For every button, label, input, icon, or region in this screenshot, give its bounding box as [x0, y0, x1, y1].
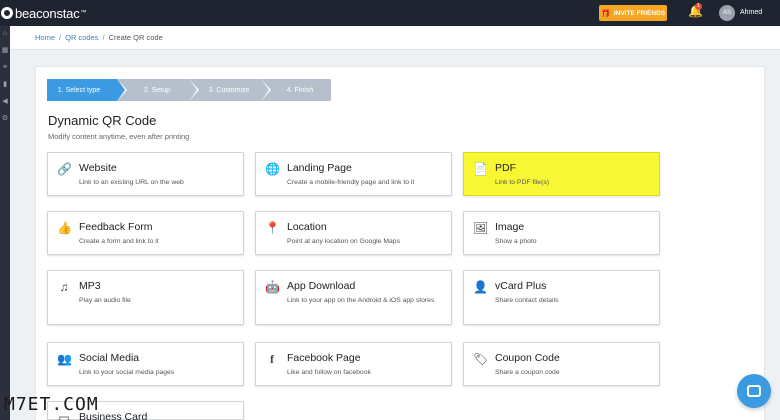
username[interactable]: Ahmed — [740, 9, 762, 16]
sidebar-chart-icon[interactable]: ▮ — [3, 81, 7, 89]
card-name: Website — [79, 162, 117, 174]
card-social-media[interactable]: 👥 Social Media Link to your social media… — [47, 342, 244, 386]
gift-icon: 🎁 — [600, 8, 611, 18]
breadcrumb-separator: / — [59, 33, 62, 42]
card-name: MP3 — [79, 280, 101, 292]
card-desc: Create a form and link to it — [79, 238, 159, 245]
card-image[interactable]: 🖼 Image Show a photo — [463, 211, 660, 255]
music-icon: ♫ — [59, 280, 69, 294]
sidebar-settings-icon[interactable]: ⚙ — [2, 115, 8, 123]
card-name: PDF — [495, 162, 516, 174]
breadcrumb-qr-codes-link[interactable]: QR codes — [65, 33, 98, 42]
invite-friends-button[interactable]: 🎁 INVITE FRIENDS — [599, 5, 667, 21]
avatar[interactable]: AS — [719, 5, 735, 21]
invite-label: INVITE FRIENDS — [613, 9, 666, 17]
card-desc: Play an audio file — [79, 297, 131, 304]
watermark: M7ET.COM — [4, 394, 99, 415]
card-location[interactable]: 📍 Location Point at any location on Goog… — [255, 211, 452, 255]
card-name: App Download — [287, 280, 356, 292]
notification-badge: 1 — [695, 3, 702, 10]
card-desc: Link to your app on the Android & iOS ap… — [287, 297, 435, 304]
card-desc: Link to an existing URL on the web — [79, 179, 184, 186]
globe-icon: 🌐 — [265, 162, 280, 176]
map-pin-icon: 📍 — [265, 221, 280, 235]
card-pdf[interactable]: 📄 PDF Link to PDF file(s) — [463, 152, 660, 196]
card-landing-page[interactable]: 🌐 Landing Page Create a mobile-friendly … — [255, 152, 452, 196]
card-desc: Link to your social media pages — [79, 369, 175, 376]
facebook-icon: f — [270, 352, 274, 366]
wizard-steps: 1. Select type 2. Setup 3. Customize 4. … — [47, 79, 331, 101]
card-desc: Create a mobile-friendly page and link t… — [287, 179, 415, 186]
beacon-logo-icon — [1, 7, 13, 19]
step-label: 4. Finish — [286, 86, 314, 94]
card-name: Facebook Page — [287, 352, 361, 364]
android-icon: 🤖 — [265, 280, 280, 294]
top-bar: beaconstac ™ 🎁 INVITE FRIENDS 🔔 1 AS Ahme… — [0, 0, 780, 26]
card-desc: Share a coupon code — [495, 369, 560, 376]
step-label: 3. Customize — [208, 86, 250, 94]
step-label: 2. Setup — [143, 86, 171, 94]
card-name: Social Media — [79, 352, 140, 364]
sidebar-home-icon[interactable]: ⌂ — [3, 30, 7, 38]
page-subtitle: Modify content anytime, even after print… — [48, 132, 190, 141]
sidebar-qr-icon[interactable]: ▦ — [2, 47, 9, 55]
sidebar-list-icon[interactable]: ≡ — [3, 64, 7, 72]
card-feedback-form[interactable]: 👍 Feedback Form Create a form and link t… — [47, 211, 244, 255]
card-desc: Show a photo — [495, 238, 537, 245]
step-select-type[interactable]: 1. Select type — [47, 79, 127, 101]
step-finish[interactable]: 4. Finish — [261, 79, 331, 101]
step-label: 1. Select type — [57, 86, 101, 94]
breadcrumb: Home / QR codes / Create QR code — [10, 26, 780, 50]
image-icon: 🖼 — [473, 221, 489, 235]
users-icon: 👥 — [57, 352, 72, 366]
card-vcard-plus[interactable]: 👤 vCard Plus Share contact details — [463, 270, 660, 325]
card-desc: Share contact details — [495, 297, 559, 304]
logo[interactable]: beaconstac ™ — [0, 5, 87, 21]
pdf-icon: 📄 — [473, 162, 488, 176]
card-name: Location — [287, 221, 327, 233]
chat-widget-button[interactable] — [737, 374, 771, 408]
card-coupon-code[interactable]: 🏷 Coupon Code Share a coupon code — [463, 342, 660, 386]
breadcrumb-home-link[interactable]: Home — [35, 33, 55, 42]
breadcrumb-current: Create QR code — [108, 33, 163, 42]
user-icon: 👤 — [473, 280, 488, 294]
card-name: Coupon Code — [495, 352, 560, 364]
card-name: vCard Plus — [495, 280, 547, 292]
logo-trademark: ™ — [80, 10, 87, 16]
card-name: Landing Page — [287, 162, 352, 174]
card-app-download[interactable]: 🤖 App Download Link to your app on the A… — [255, 270, 452, 325]
logo-text: beaconstac — [15, 5, 80, 21]
card-facebook-page[interactable]: f Facebook Page Like and follow on faceb… — [255, 342, 452, 386]
card-desc: Link to PDF file(s) — [495, 179, 550, 186]
sidebar: ⌂ ▦ ≡ ▮ ◀ ⚙ — [0, 26, 10, 420]
card-mp3[interactable]: ♫ MP3 Play an audio file — [47, 270, 244, 325]
link-icon: 🔗 — [57, 162, 72, 176]
card-desc: Like and follow on facebook — [287, 369, 371, 376]
page-title: Dynamic QR Code — [48, 113, 157, 128]
card-name: Image — [495, 221, 525, 233]
card-desc: Point at any location on Google Maps — [287, 238, 400, 245]
sidebar-megaphone-icon[interactable]: ◀ — [2, 98, 7, 106]
card-website[interactable]: 🔗 Website Link to an existing URL on the… — [47, 152, 244, 196]
thumbs-up-icon: 👍 — [57, 221, 72, 235]
step-setup[interactable]: 2. Setup — [117, 79, 199, 101]
notifications-bell-icon[interactable]: 🔔 1 — [688, 3, 703, 20]
tag-icon: 🏷 — [473, 352, 489, 366]
breadcrumb-separator: / — [102, 33, 105, 42]
chat-bubble-icon — [747, 385, 761, 397]
step-customize[interactable]: 3. Customize — [189, 79, 271, 101]
card-name: Feedback Form — [79, 221, 153, 233]
